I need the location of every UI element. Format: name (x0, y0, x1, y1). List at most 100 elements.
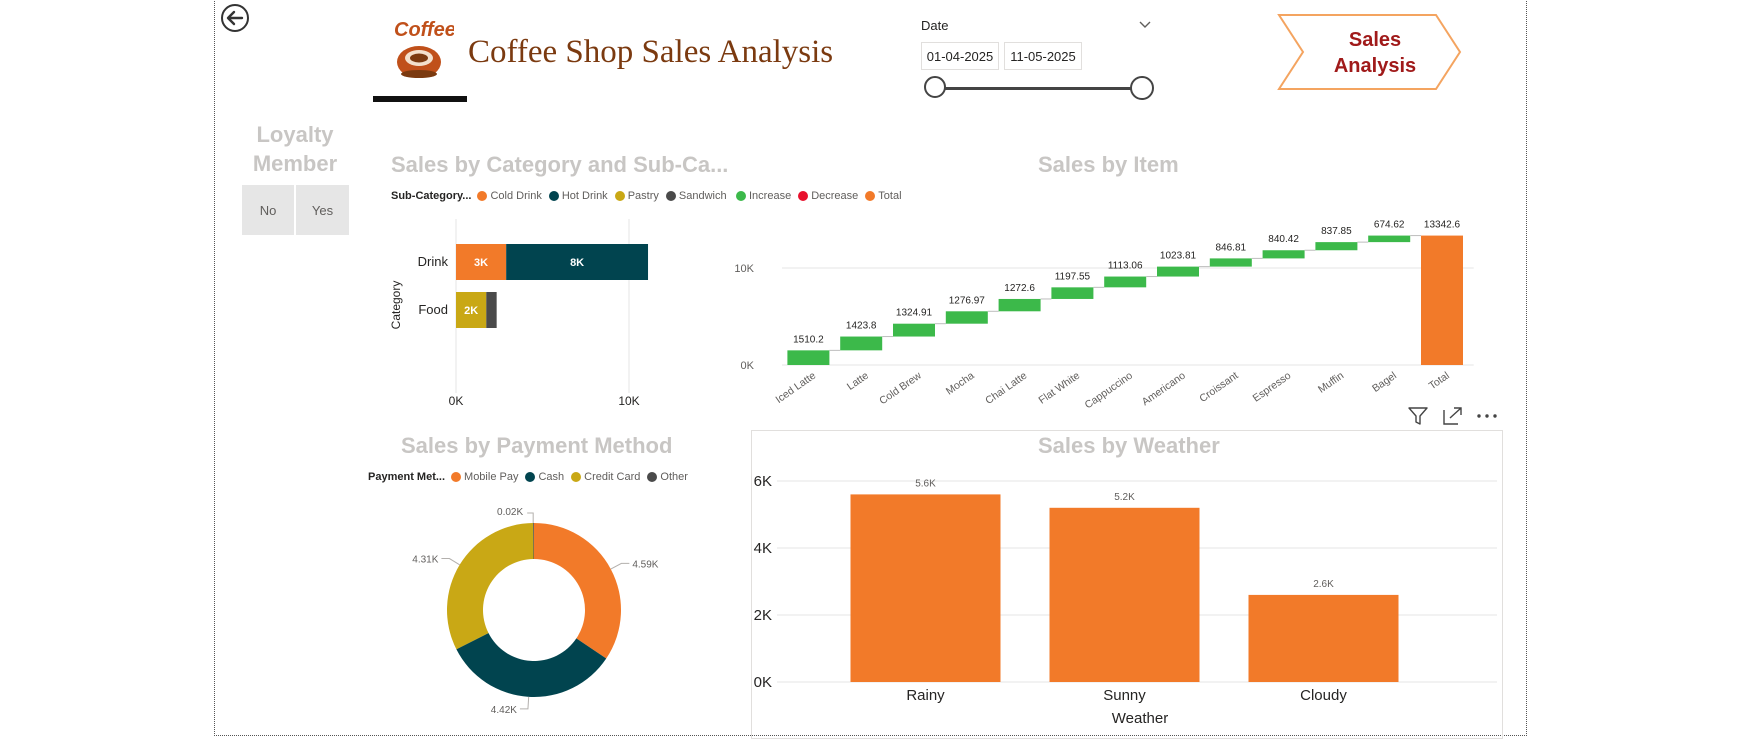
loyalty-slicer-title: Loyalty Member (252, 122, 338, 176)
y-tick-label: 4K (754, 540, 772, 557)
legend-item-cash[interactable]: Cash (525, 471, 564, 483)
date-range-end-handle[interactable] (1130, 76, 1154, 100)
legend-label: Pastry (627, 190, 659, 202)
x-tick-label: Cold Brew (877, 369, 924, 407)
loyalty-option-no[interactable]: No (242, 185, 294, 235)
date-start-input[interactable]: 01-04-2025 (921, 42, 999, 70)
legend-label: Decrease (811, 190, 859, 202)
focus-mode-icon[interactable] (1442, 406, 1464, 426)
nav-button-label: Sales Analysis (1333, 29, 1417, 77)
waterfall-bar (840, 336, 883, 351)
legend-item-pastry[interactable]: Pastry (614, 190, 659, 202)
waterfall-bar (1104, 276, 1147, 288)
data-label: 4.42K (491, 705, 517, 716)
data-label: 3K (474, 257, 488, 269)
date-range-start-handle[interactable] (924, 76, 946, 98)
data-label: 0.02K (497, 507, 523, 518)
legend-item-increase[interactable]: Increase (736, 190, 791, 202)
weather-bar (1049, 507, 1200, 682)
legend-dot (665, 191, 676, 201)
more-options-icon[interactable] (1475, 406, 1499, 426)
legend-item-cold-drink[interactable]: Cold Drink (477, 190, 542, 202)
date-end-input[interactable]: 11-05-2025 (1004, 42, 1082, 70)
legend-dot (647, 472, 658, 482)
waterfall-bar (1315, 242, 1358, 251)
x-tick-label: Bagel (1370, 370, 1399, 395)
loyalty-option-yes[interactable]: Yes (296, 185, 349, 235)
sales-analysis-nav-button[interactable]: Sales Analysis (1275, 12, 1465, 92)
waterfall-bar (1262, 250, 1305, 259)
coffee-logo: Coffee (388, 12, 456, 82)
legend-item-credit-card[interactable]: Credit Card (571, 471, 640, 483)
payment-legend-title: Payment Met... (368, 471, 446, 483)
data-label: 1113.06 (1108, 261, 1143, 272)
data-label: 5.2K (1114, 492, 1135, 503)
date-slicer-label: Date (921, 18, 949, 33)
data-label: 1023.81 (1160, 251, 1197, 262)
back-arrow-icon[interactable] (220, 3, 252, 35)
legend-item-mobile-pay[interactable]: Mobile Pay (451, 471, 518, 483)
x-tick-label: Cappuccino (1083, 370, 1135, 412)
bar-segment (486, 292, 497, 328)
weather-bar (850, 494, 1001, 682)
chevron-down-icon[interactable] (1138, 20, 1152, 30)
legend-dot (451, 472, 462, 482)
waterfall-bar (1421, 235, 1463, 365)
data-label: 5.6K (915, 478, 936, 489)
data-label: 4.31K (412, 555, 438, 566)
x-tick-label: Cloudy (1300, 687, 1347, 704)
legend-item-hot-drink[interactable]: Hot Drink (548, 190, 608, 202)
y-tick-label: 0K (741, 360, 755, 372)
x-tick-label: 10K (618, 394, 639, 408)
waterfall-bar (1209, 258, 1252, 267)
x-tick-label: Muffin (1316, 370, 1346, 396)
data-label: 4.59K (632, 559, 658, 570)
leader-line (527, 512, 534, 524)
payment-chart: 4.59K 4.42K 4.31K 0.02K (412, 507, 659, 716)
y-tick-label: 6K (754, 473, 772, 490)
data-label: 846.81 (1216, 242, 1247, 253)
y-tick-label: 10K (734, 263, 754, 275)
legend-dot (571, 472, 582, 482)
y-tick-label: 0K (754, 674, 772, 691)
legend-item-decrease[interactable]: Decrease (798, 190, 858, 202)
category-label: Food (418, 302, 448, 317)
legend-dot (477, 191, 488, 201)
legend-dot (614, 191, 625, 201)
waterfall-bar (998, 298, 1041, 312)
legend-item-total[interactable]: Total (865, 190, 902, 202)
data-label: 837.85 (1321, 226, 1352, 237)
svg-text:Coffee: Coffee (394, 19, 454, 41)
x-tick-label: Espresso (1251, 370, 1294, 405)
x-tick-label: Iced Latte (773, 370, 818, 406)
legend-item-sandwich[interactable]: Sandwich (665, 190, 727, 202)
legend-dot (865, 191, 876, 201)
category-legend-title: Sub-Category... (391, 190, 472, 202)
item-legend: Increase Decrease Total (736, 190, 909, 202)
x-tick-label: Latte (845, 370, 871, 393)
data-label: 2K (464, 305, 478, 317)
legend-label: Cash (538, 471, 565, 483)
data-label: 1276.97 (949, 295, 986, 306)
x-tick-label: Mocha (944, 370, 977, 398)
legend-dot (798, 191, 809, 201)
legend-item-other[interactable]: Other (647, 471, 688, 483)
legend-dot (525, 472, 536, 482)
payment-legend: Payment Met... Mobile Pay Cash Credit Ca… (368, 471, 695, 483)
legend-label: Total (878, 190, 902, 202)
legend-label: Sandwich (678, 190, 727, 202)
category-legend: Sub-Category... Cold Drink Hot Drink Pas… (391, 190, 734, 202)
data-label: 1197.55 (1055, 271, 1091, 282)
category-label: Drink (418, 254, 449, 269)
donut-slice (447, 523, 534, 650)
filter-icon[interactable] (1407, 406, 1429, 426)
waterfall-bar (1051, 287, 1094, 299)
x-tick-label: Chai Latte (983, 370, 1029, 407)
payment-chart-title: Sales by Payment Method (401, 433, 673, 458)
item-chart-title: Sales by Item (1038, 152, 1179, 177)
donut-slice (534, 523, 621, 659)
legend-dot (736, 191, 746, 201)
category-chart-title: Sales by Category and Sub-Ca... (391, 152, 729, 177)
legend-label: Mobile Pay (464, 471, 519, 483)
leader-line (441, 558, 460, 566)
